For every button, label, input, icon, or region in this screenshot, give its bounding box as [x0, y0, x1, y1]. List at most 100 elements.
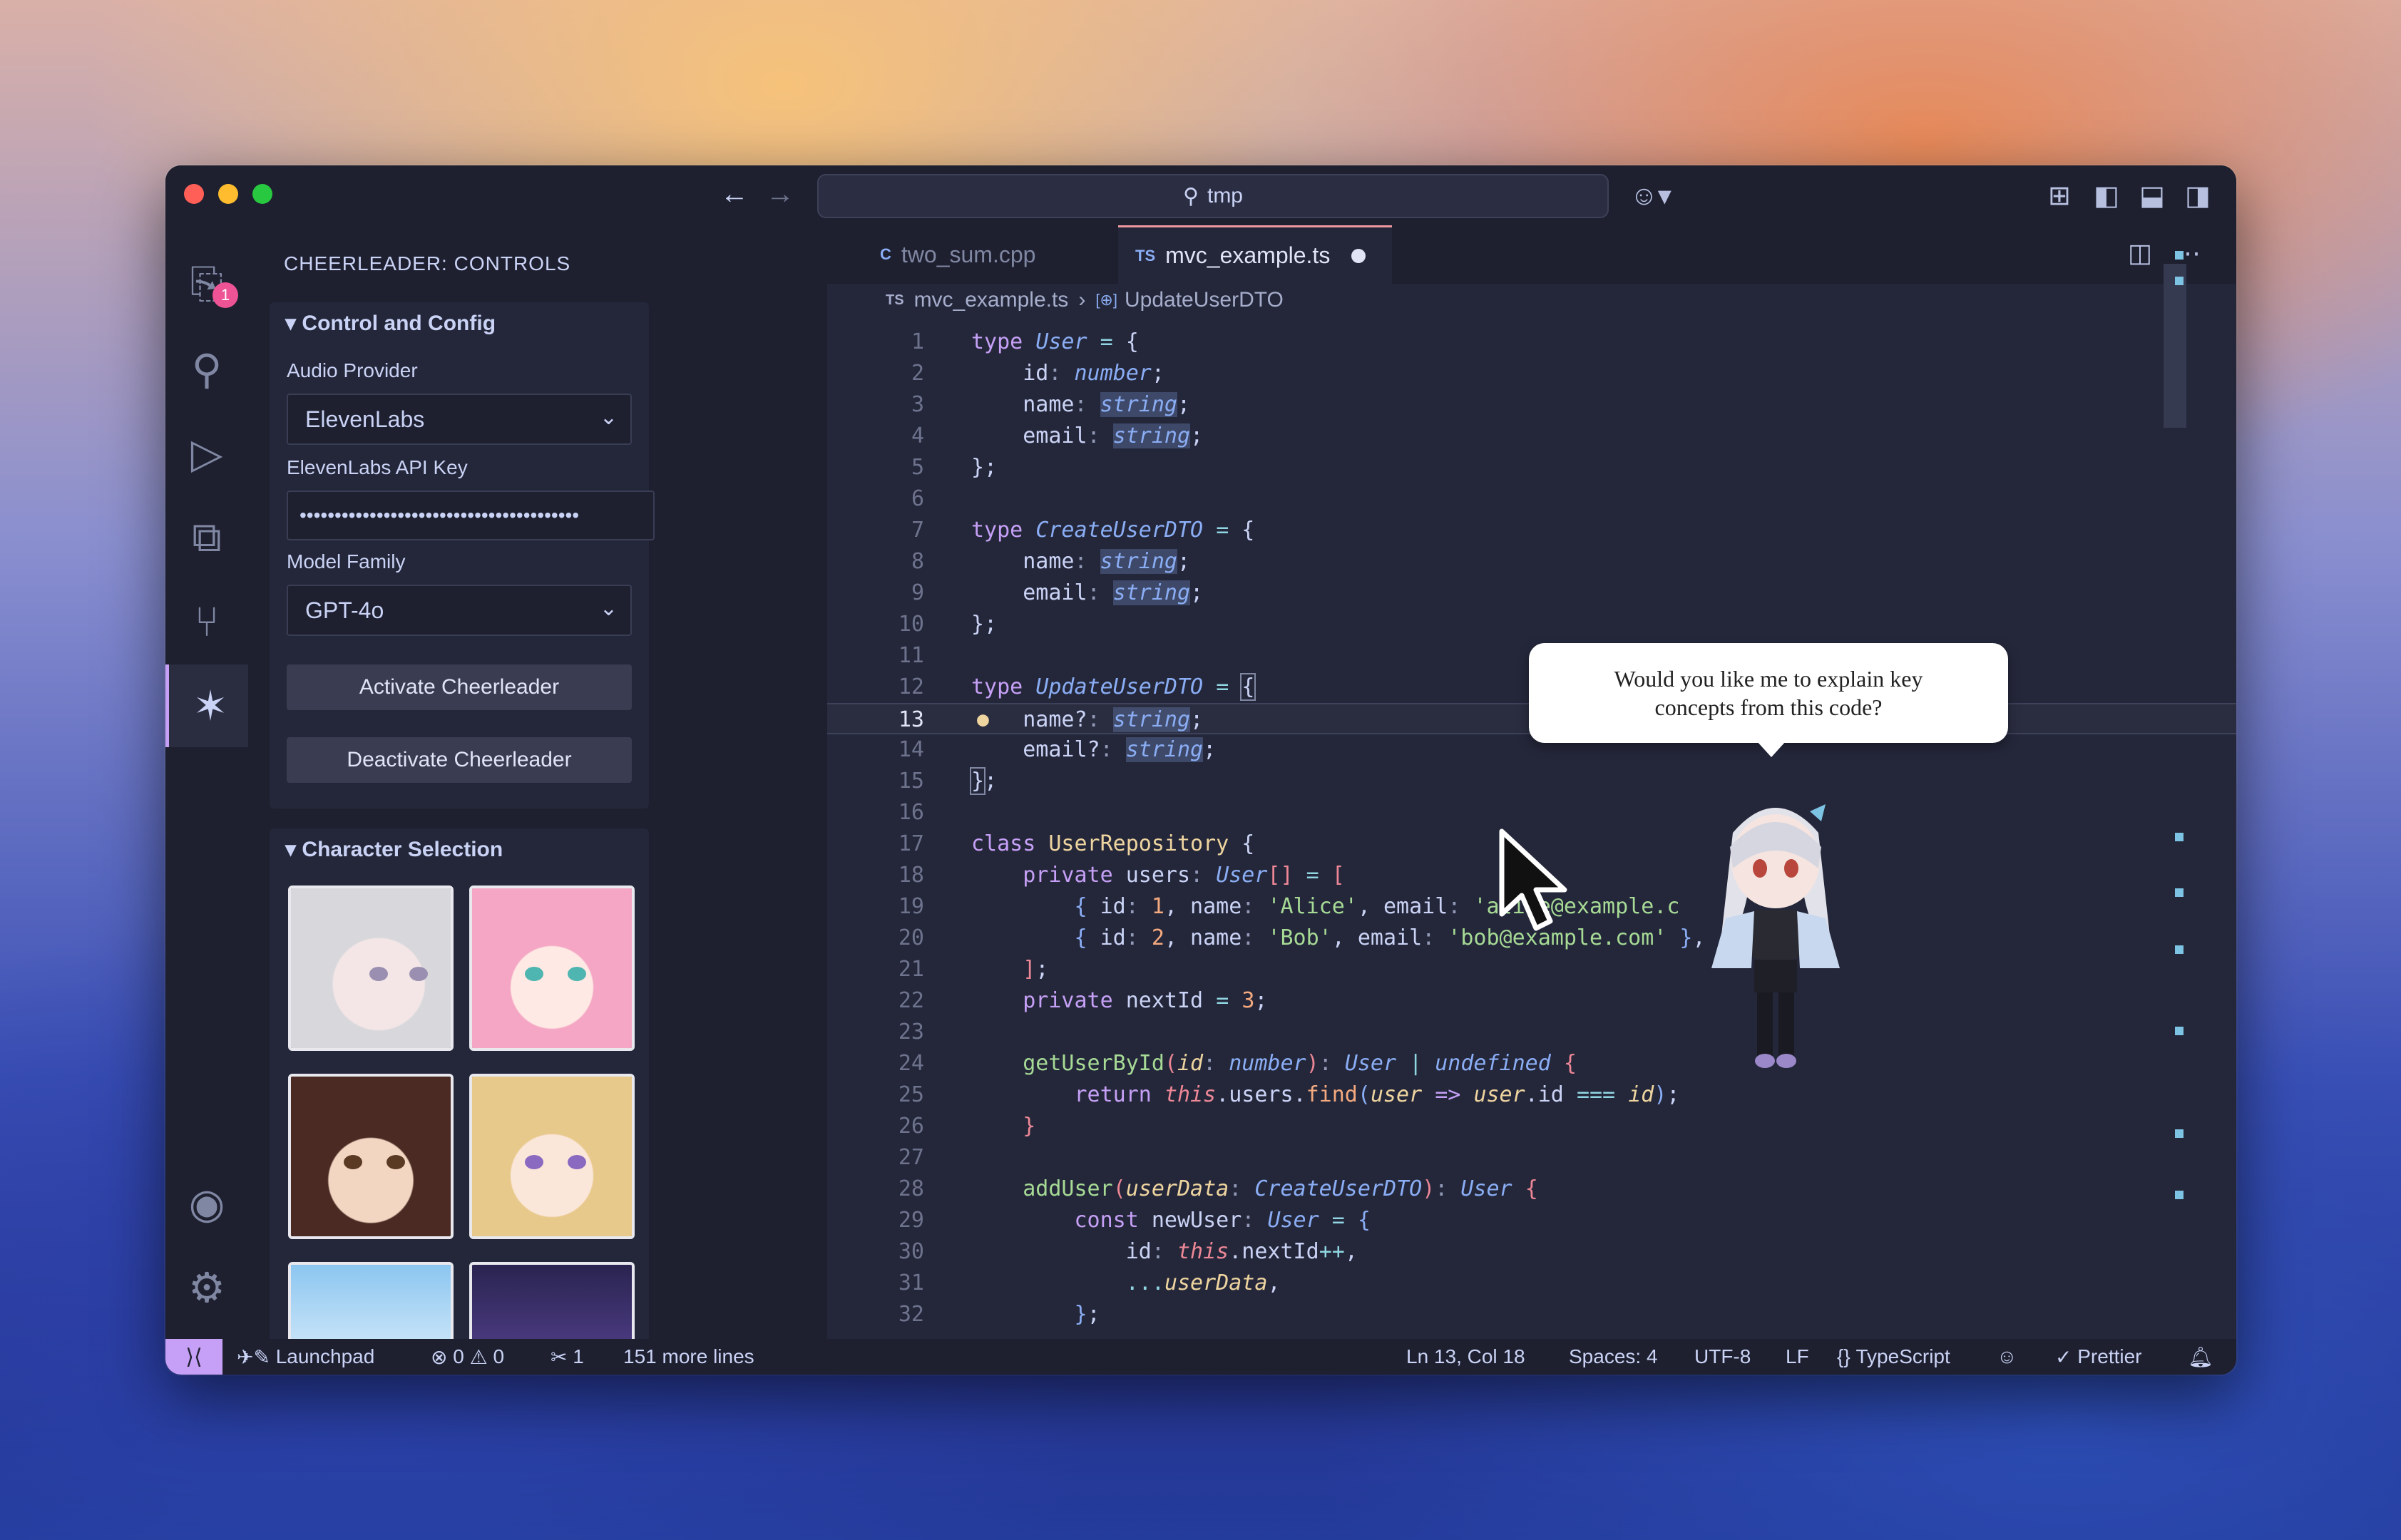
code-text: email: string;: [971, 423, 1204, 448]
settings-gear-icon[interactable]: ⚙: [165, 1246, 248, 1329]
code-text: return this.users.find(user => user.id =…: [1074, 1082, 1680, 1107]
code-text: type CreateUserDTO = {: [971, 518, 1255, 543]
cheerleader-icon[interactable]: ✶: [165, 664, 252, 747]
forward-arrow-icon[interactable]: →: [766, 178, 794, 210]
audio-provider-value: ElevenLabs: [305, 406, 425, 432]
explorer-icon[interactable]: ⎘ 1: [165, 242, 248, 325]
code-text: class UserRepository {: [971, 831, 1255, 856]
scroll-marker: [2175, 888, 2184, 897]
accounts-icon[interactable]: ◉: [165, 1162, 248, 1245]
character-thumbnail[interactable]: [469, 1074, 635, 1239]
line-number: 4: [911, 423, 924, 448]
line-number: 17: [898, 831, 924, 856]
notifications-bell-icon[interactable]: 🔔︎: [2188, 1339, 2213, 1375]
mascot-character[interactable]: [1683, 790, 1868, 1089]
audio-provider-select[interactable]: ElevenLabs ⌄: [287, 394, 632, 445]
code-text: private users: User[] = [: [1023, 863, 1345, 888]
cursor-position[interactable]: Ln 13, Col 18: [1406, 1339, 1525, 1375]
copilot-icon[interactable]: ☺▾: [1630, 180, 1672, 212]
deactivate-cheerleader-button[interactable]: Deactivate Cheerleader: [287, 737, 632, 783]
code-text: name: string;: [971, 392, 1191, 417]
line-number: 2: [911, 361, 924, 386]
minimize-window-button[interactable]: [218, 184, 238, 204]
chevron-down-icon: ⌄: [599, 406, 618, 429]
command-center-search[interactable]: ⚲ tmp: [817, 174, 1609, 218]
scroll-marker: [2175, 251, 2184, 260]
cpp-file-icon: C: [880, 245, 891, 263]
character-selection-header[interactable]: ▾ Character Selection: [285, 837, 503, 862]
customize-layout-icon[interactable]: ⊞: [2048, 180, 2071, 212]
tools-icon: ✂: [551, 1345, 573, 1368]
code-line: 4 email: string;: [827, 421, 2236, 452]
language-mode-item[interactable]: {} TypeScript: [1837, 1339, 1950, 1375]
breadcrumb-file[interactable]: mvc_example.ts: [914, 288, 1069, 312]
tools-item[interactable]: ✂ 1: [551, 1339, 584, 1375]
api-key-input[interactable]: ••••••••••••••••••••••••••••••••••••••••: [287, 491, 655, 540]
character-thumbnail[interactable]: [288, 885, 454, 1051]
character-selection-panel: ▾ Character Selection: [270, 828, 649, 1360]
run-debug-icon[interactable]: ▷: [165, 412, 248, 495]
model-family-label: Model Family: [287, 550, 406, 573]
control-config-header[interactable]: ▾ Control and Config: [285, 311, 496, 336]
split-editor-icon[interactable]: ◫: [2128, 238, 2152, 268]
line-number: 26: [898, 1114, 924, 1139]
code-line: 31 ...userData,: [827, 1268, 2236, 1299]
scroll-marker: [2175, 1129, 2184, 1138]
line-number: 13: [898, 707, 924, 732]
maximize-window-button[interactable]: [252, 184, 272, 204]
character-thumbnail[interactable]: [469, 1262, 635, 1348]
speech-bubble: Would you like me to explain key concept…: [1529, 643, 2008, 743]
remote-indicator-icon[interactable]: ⟩⟨: [165, 1339, 222, 1375]
line-number: 19: [898, 894, 924, 919]
launchpad-item[interactable]: ✈✎ Launchpad: [237, 1339, 374, 1375]
eol-item[interactable]: LF: [1786, 1339, 1809, 1375]
toggle-sidebar-icon[interactable]: ◧: [2094, 180, 2119, 212]
source-control-icon[interactable]: ⑂: [165, 580, 248, 663]
scroll-marker: [2175, 277, 2184, 285]
problems-item[interactable]: ⊗ 0 ⚠ 0: [431, 1339, 504, 1375]
scroll-marker: [2175, 1191, 2184, 1199]
toggle-secondary-sidebar-icon[interactable]: ◨: [2185, 180, 2211, 212]
copilot-status-icon[interactable]: ☺: [1997, 1339, 2017, 1375]
character-thumbnail[interactable]: [288, 1262, 454, 1348]
code-line: 21 ];: [827, 954, 2236, 985]
model-family-value: GPT-4o: [305, 597, 384, 623]
code-line: 2 id: number;: [827, 358, 2236, 389]
code-line: 6: [827, 483, 2236, 515]
rocket-icon: ✈✎: [237, 1345, 276, 1368]
code-line: 7 type CreateUserDTO = {: [827, 515, 2236, 546]
model-family-select[interactable]: GPT-4o ⌄: [287, 585, 632, 636]
toggle-panel-icon[interactable]: ⬓: [2139, 180, 2165, 212]
close-window-button[interactable]: [184, 184, 204, 204]
tab-mvc-example[interactable]: TS mvc_example.ts: [1118, 225, 1392, 284]
code-line: 5};: [827, 452, 2236, 483]
breadcrumb-symbol[interactable]: UpdateUserDTO: [1125, 288, 1284, 312]
prettier-item[interactable]: ✓ Prettier: [2055, 1339, 2142, 1375]
activate-cheerleader-button[interactable]: Activate Cheerleader: [287, 664, 632, 710]
indentation-item[interactable]: Spaces: 4: [1569, 1339, 1658, 1375]
line-number: 3: [911, 392, 924, 417]
code-text: email: string;: [971, 580, 1204, 605]
code-text: name: string;: [971, 549, 1191, 574]
unsaved-dot-icon[interactable]: [1351, 248, 1366, 263]
ts-file-icon: TS: [886, 292, 904, 308]
more-lines-item[interactable]: 151 more lines: [623, 1339, 754, 1375]
back-arrow-icon[interactable]: ←: [720, 178, 749, 210]
code-line: 8 name: string;: [827, 546, 2236, 578]
extensions-icon[interactable]: ⧉: [165, 496, 248, 579]
tab-two-sum[interactable]: C two_sum.cpp: [880, 225, 1087, 284]
status-bar: ⟩⟨ ✈✎ Launchpad ⊗ 0 ⚠ 0 ✂ 1 151 more lin…: [165, 1339, 2236, 1375]
code-text: }: [1023, 1114, 1036, 1139]
code-line: 28 addUser(userData: CreateUserDTO): Use…: [827, 1174, 2236, 1205]
character-thumbnail[interactable]: [288, 1074, 454, 1239]
code-line: 32 };: [827, 1299, 2236, 1330]
tab-label: mvc_example.ts: [1165, 242, 1331, 268]
chevron-right-icon: ›: [1078, 288, 1086, 312]
character-thumbnail[interactable]: [469, 885, 635, 1051]
line-number: 24: [898, 1051, 924, 1076]
title-bar: ← → ⚲ tmp ☺▾ ⊞ ◧ ⬓ ◨: [165, 165, 2236, 225]
search-view-icon[interactable]: ⚲: [165, 328, 248, 411]
encoding-item[interactable]: UTF-8: [1694, 1339, 1751, 1375]
sidebar: CHEERLEADER: CONTROLS ▾ Control and Conf…: [248, 225, 850, 1360]
editor-scrollbar[interactable]: [2164, 264, 2186, 428]
